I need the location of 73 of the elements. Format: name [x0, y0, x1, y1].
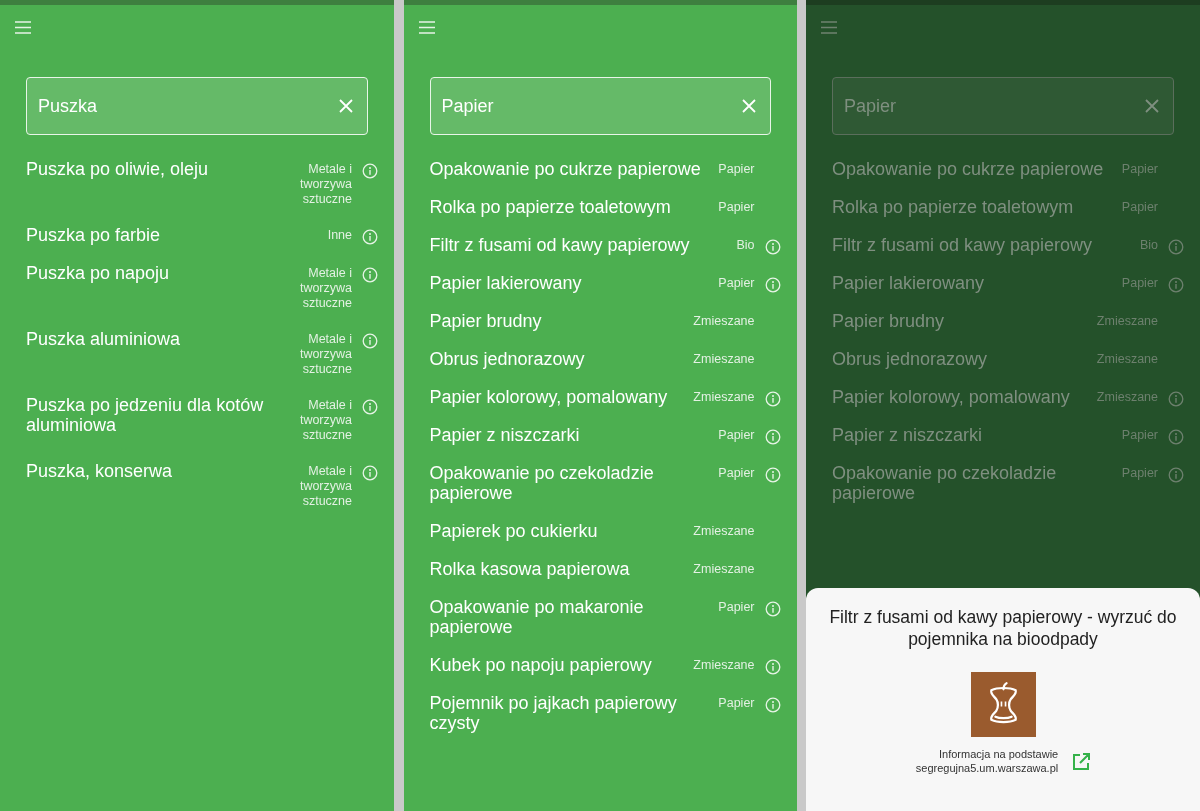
info-icon[interactable] [1168, 277, 1184, 293]
category-label: Papier [1121, 465, 1158, 481]
category-label: Metale i tworzywa sztuczne [298, 161, 352, 207]
category-label: Zmieszane [1096, 351, 1158, 367]
item-name[interactable]: Rolka kasowa papierowa [429, 559, 694, 579]
item-name[interactable]: Pojemnik po jajkach papierowy czysty [429, 693, 719, 733]
item-name[interactable]: Kubek po napoju papierowy [429, 655, 694, 675]
category-label: Papier [718, 599, 755, 615]
item-name[interactable]: Papier kolorowy, pomalowany [429, 387, 694, 407]
apple-core-icon [970, 672, 1036, 737]
category-label: Zmieszane [693, 523, 755, 539]
category-label: Papier [718, 427, 755, 443]
item-name[interactable]: Obrus jednorazowy [429, 349, 694, 369]
category-label: Bio [736, 237, 755, 253]
external-link-icon[interactable] [1072, 752, 1091, 770]
category-label: Zmieszane [693, 561, 755, 577]
item-name[interactable]: Puszka po farbie [26, 225, 328, 245]
category-label: Papier [718, 161, 755, 177]
search-field[interactable]: Papier [832, 77, 1174, 135]
info-icon[interactable] [1168, 391, 1184, 407]
search-field[interactable]: Puszka [26, 77, 368, 135]
category-label: Zmieszane [693, 657, 755, 673]
category-label: Papier [1121, 199, 1158, 215]
category-label: Zmieszane [1096, 389, 1158, 405]
item-name[interactable]: Rolka po papierze toaletowym [429, 197, 719, 217]
category-label: Inne [327, 227, 352, 243]
info-icon[interactable] [1168, 467, 1184, 483]
item-name[interactable]: Rolka po papierze toaletowym [832, 197, 1122, 217]
item-name[interactable]: Puszka, konserwa [26, 461, 288, 481]
item-name[interactable]: Puszka aluminiowa [26, 329, 288, 349]
item-name[interactable]: Papier lakierowany [832, 273, 1122, 293]
search-field[interactable]: Papier [429, 77, 771, 135]
category-label: Metale i tworzywa sztuczne [298, 331, 352, 377]
source-link[interactable]: segregujna5.um.warszawa.pl [915, 761, 1059, 775]
category-label: Bio [1139, 237, 1158, 253]
category-label: Papier [718, 465, 755, 481]
item-name[interactable]: Filtr z fusami od kawy papierowy [429, 235, 737, 255]
category-label: Papier [718, 695, 755, 711]
category-label: Zmieszane [693, 313, 755, 329]
item-name[interactable]: Filtr z fusami od kawy papierowy [832, 235, 1140, 255]
item-name[interactable]: Papier z niszczarki [832, 425, 1122, 445]
category-label: Metale i tworzywa sztuczne [298, 265, 352, 311]
category-label: Papier [1121, 161, 1158, 177]
item-name[interactable]: Opakowanie po czekoladzie papierowe [429, 463, 719, 503]
category-label: Papier [1121, 275, 1158, 291]
close-icon[interactable] [1145, 99, 1159, 113]
category-label: Metale i tworzywa sztuczne [298, 463, 352, 509]
category-label: Papier [1121, 427, 1158, 443]
category-label: Papier [718, 275, 755, 291]
item-name[interactable]: Opakowanie po makaronie papierowe [429, 597, 719, 637]
item-name[interactable]: Puszka po napoju [26, 263, 288, 283]
category-label: Zmieszane [1096, 313, 1158, 329]
item-name[interactable]: Puszka po jedzeniu dla kotów aluminiowa [26, 395, 288, 435]
item-name[interactable]: Papier brudny [429, 311, 694, 331]
source-label: Informacja na podstawie [938, 747, 1059, 761]
info-icon[interactable] [1168, 239, 1184, 255]
category-label: Zmieszane [693, 389, 755, 405]
sheet-title: Filtr z fusami od kawy papierowy - wyrzuć do pojemnika na bioodpady [828, 606, 1178, 650]
category-label: Zmieszane [693, 351, 755, 367]
item-name[interactable]: Papier lakierowany [429, 273, 719, 293]
info-icon[interactable] [1168, 429, 1184, 445]
item-name[interactable]: Papier kolorowy, pomalowany [832, 387, 1097, 407]
item-name[interactable]: Papierek po cukierku [429, 521, 694, 541]
item-name[interactable]: Opakowanie po czekoladzie papierowe [832, 463, 1122, 503]
category-label: Papier [718, 199, 755, 215]
item-name[interactable]: Opakowanie po cukrze papierowe [832, 159, 1122, 179]
item-name[interactable]: Puszka po oliwie, oleju [26, 159, 288, 179]
item-name[interactable]: Papier brudny [832, 311, 1097, 331]
menu-icon[interactable] [820, 21, 838, 34]
item-name[interactable]: Obrus jednorazowy [832, 349, 1097, 369]
item-name[interactable]: Papier z niszczarki [429, 425, 719, 445]
item-name[interactable]: Opakowanie po cukrze papierowe [429, 159, 719, 179]
category-label: Metale i tworzywa sztuczne [298, 397, 352, 443]
